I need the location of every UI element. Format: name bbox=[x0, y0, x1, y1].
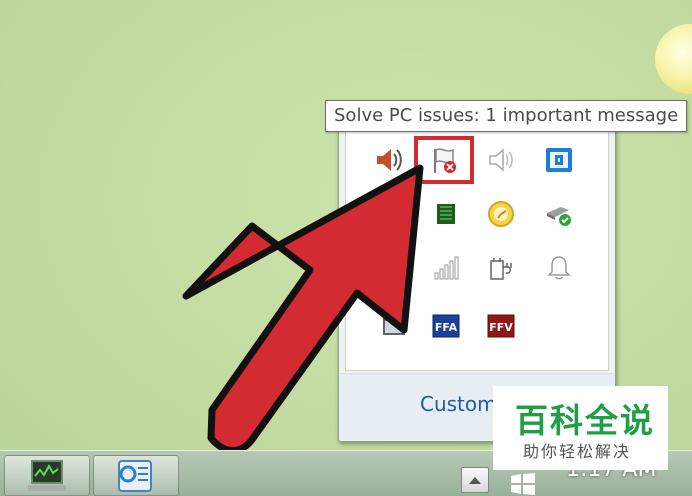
ffv-icon[interactable]: FFV bbox=[483, 308, 519, 344]
ffa-icon[interactable]: FFA bbox=[428, 308, 464, 344]
site-watermark: 百科全说 助你轻松解决 bbox=[493, 386, 668, 470]
volume-icon[interactable] bbox=[371, 142, 407, 178]
volume-muted-icon[interactable] bbox=[483, 142, 519, 178]
clock-widget-icon[interactable] bbox=[483, 196, 519, 232]
watermark-title: 百科全说 bbox=[515, 401, 655, 440]
action-center-tooltip: Solve PC issues: 1 important message bbox=[325, 100, 688, 132]
power-plug-icon[interactable] bbox=[483, 250, 519, 286]
taskbar-app-monitor[interactable] bbox=[4, 455, 90, 496]
ffv-label: FFV bbox=[489, 321, 513, 334]
resource-monitor-icon bbox=[28, 459, 66, 491]
memory-chip-icon[interactable] bbox=[428, 196, 464, 232]
flag-highlight-box bbox=[414, 136, 474, 184]
control-panel-icon bbox=[118, 459, 152, 492]
network-adapter-icon[interactable] bbox=[541, 142, 577, 178]
wifi-signal-icon[interactable] bbox=[428, 250, 464, 286]
windows-flag-icon[interactable] bbox=[510, 473, 536, 495]
window-icon[interactable] bbox=[376, 308, 412, 344]
ffa-label: FFA bbox=[435, 321, 458, 334]
taskbar-app-control[interactable] bbox=[93, 455, 179, 496]
safely-remove-hardware-icon[interactable] bbox=[541, 196, 577, 232]
chevron-up-icon bbox=[469, 477, 481, 484]
battery-icon[interactable] bbox=[371, 250, 407, 286]
notification-bell-icon[interactable] bbox=[541, 250, 577, 286]
watermark-subtitle: 助你轻松解决 bbox=[523, 442, 632, 461]
show-hidden-icons-button[interactable] bbox=[461, 467, 489, 493]
